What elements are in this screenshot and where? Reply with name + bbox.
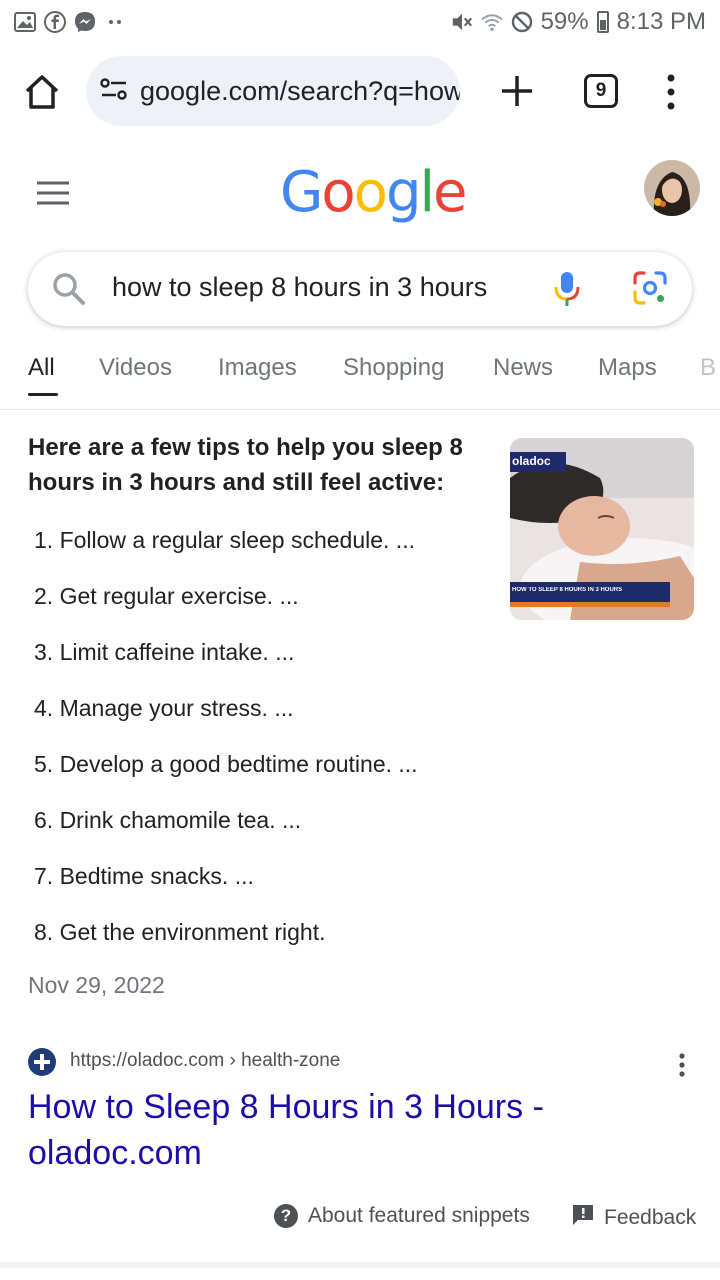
home-icon <box>25 75 59 109</box>
battery-percent: 59% <box>540 8 589 35</box>
search-box[interactable]: how to sleep 8 hours in 3 hours <box>28 252 692 326</box>
help-icon: ? <box>274 1204 298 1228</box>
tab-shopping[interactable]: Shopping <box>343 354 444 382</box>
home-button[interactable] <box>22 72 62 112</box>
list-item: 7. Bedtime snacks. ... <box>34 863 254 889</box>
wifi-icon <box>480 11 503 33</box>
divider <box>0 1262 720 1268</box>
search-icon <box>52 272 86 306</box>
logo-letter: o <box>353 160 388 225</box>
about-label: About featured snippets <box>308 1204 530 1227</box>
result-more-button[interactable] <box>672 1050 692 1080</box>
feedback-icon <box>572 1204 594 1232</box>
logo-letter: l <box>419 160 435 225</box>
tab-maps[interactable]: Maps <box>598 354 657 382</box>
active-tab-indicator <box>28 393 58 396</box>
main-menu-button[interactable] <box>36 180 70 206</box>
tab-all[interactable]: All <box>28 354 55 382</box>
snippet-list: 1. Follow a regular sleep schedule. ... … <box>34 518 494 966</box>
url-text[interactable]: google.com/search?q=how <box>140 76 460 107</box>
image-caption-text: HOW TO SLEEP 8 HOURS IN 3 HOURS <box>512 587 623 593</box>
do-not-disturb-icon <box>511 11 533 33</box>
tab-switcher-button[interactable]: 9 <box>584 74 618 108</box>
more-dots-icon <box>104 11 126 33</box>
list-item: 2. Get regular exercise. ... <box>34 583 299 609</box>
site-settings-icon[interactable] <box>100 76 128 107</box>
list-item: 1. Follow a regular sleep schedule. ... <box>34 527 415 553</box>
more-vert-icon <box>667 74 675 110</box>
logo-letter: G <box>280 160 323 225</box>
snippet-heading: Here are a few tips to help you sleep 8 … <box>28 434 463 496</box>
battery-icon <box>596 11 609 33</box>
search-input[interactable]: how to sleep 8 hours in 3 hours <box>112 272 502 303</box>
browser-toolbar: google.com/search?q=how 9 <box>0 56 720 128</box>
tab-news[interactable]: News <box>493 354 553 382</box>
logo-letter: g <box>385 160 422 225</box>
messenger-icon <box>74 11 96 33</box>
tab-books[interactable]: B <box>700 354 716 382</box>
status-bar: 59% 8:13 PM <box>0 0 720 44</box>
logo-letter: o <box>321 160 355 225</box>
list-item: 6. Drink chamomile tea. ... <box>34 807 302 833</box>
hamburger-icon <box>37 181 69 205</box>
google-logo[interactable]: Google <box>280 160 468 226</box>
mute-icon <box>451 11 473 33</box>
oladoc-favicon-icon[interactable] <box>28 1048 56 1076</box>
feedback-label: Feedback <box>604 1206 697 1229</box>
tab-images[interactable]: Images <box>218 354 297 382</box>
facebook-icon <box>44 11 66 33</box>
about-featured-snippets-link[interactable]: ? About featured snippets <box>274 1204 530 1228</box>
list-item: 5. Develop a good bedtime routine. ... <box>34 751 418 777</box>
more-vert-icon <box>679 1053 685 1077</box>
list-item: 4. Manage your stress. ... <box>34 695 294 721</box>
browser-menu-button[interactable] <box>660 70 682 114</box>
result-url[interactable]: https://oladoc.com › health-zone <box>70 1050 340 1072</box>
address-bar[interactable]: google.com/search?q=how <box>86 56 460 126</box>
clock: 8:13 PM <box>616 8 706 35</box>
plus-icon <box>502 76 532 106</box>
camera-lens-icon[interactable] <box>632 270 668 306</box>
list-item: 8. Get the environment right. <box>34 919 326 945</box>
feedback-button[interactable]: Feedback <box>572 1204 696 1232</box>
list-item: 3. Limit caffeine intake. ... <box>34 639 295 665</box>
mic-icon[interactable] <box>552 270 582 308</box>
result-title-link[interactable]: How to Sleep 8 Hours in 3 Hours - oladoc… <box>28 1084 588 1176</box>
avatar[interactable] <box>644 160 700 216</box>
gallery-icon <box>14 11 36 33</box>
search-tabs: All Videos Images Shopping News Maps B <box>0 350 720 410</box>
snippet-date: Nov 29, 2022 <box>28 972 165 998</box>
logo-letter: e <box>433 160 467 225</box>
new-tab-button[interactable] <box>498 72 536 110</box>
snippet-image[interactable]: oladoc HOW TO SLEEP 8 HOURS IN 3 HOURS <box>510 438 694 620</box>
tab-videos[interactable]: Videos <box>99 354 172 382</box>
image-brand-text: oladoc <box>512 454 551 468</box>
